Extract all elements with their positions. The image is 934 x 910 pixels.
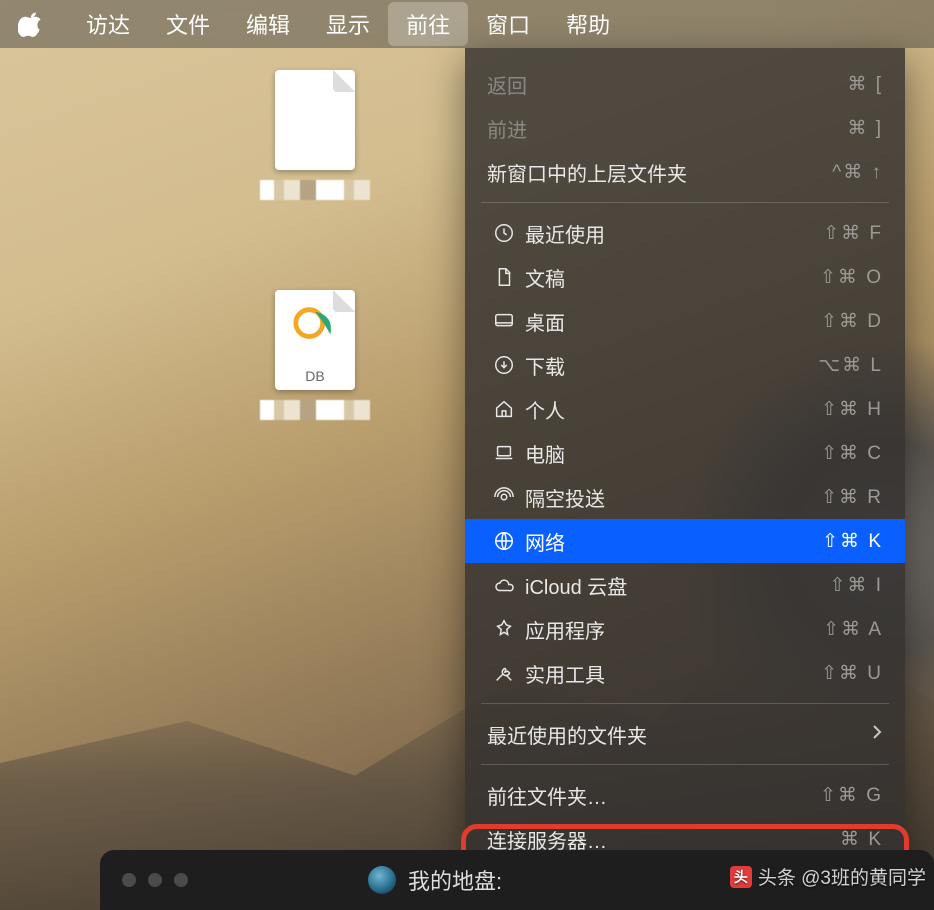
menu-shortcut: ^⌘ ↑ bbox=[832, 161, 883, 184]
menu-label: 返回 bbox=[487, 70, 847, 99]
menu-item-downloads[interactable]: 下载 ⌥⌘ L bbox=[465, 343, 905, 387]
watermark: 头 头条 @3班的黄同学 bbox=[730, 863, 926, 890]
menu-shortcut: ⌥⌘ L bbox=[818, 354, 883, 377]
document-icon bbox=[487, 266, 521, 288]
menu-item-back: 返回 ⌘ [ bbox=[465, 62, 905, 106]
menu-label: 桌面 bbox=[521, 307, 821, 336]
home-icon bbox=[487, 398, 521, 420]
menu-shortcut: ⇧⌘ F bbox=[823, 222, 883, 245]
menu-label: 应用程序 bbox=[521, 615, 823, 644]
menu-shortcut: ⌘ K bbox=[840, 828, 883, 851]
go-menu: 返回 ⌘ [ 前进 ⌘ ] 新窗口中的上层文件夹 ^⌘ ↑ 最近使用 ⇧⌘ F … bbox=[465, 48, 905, 879]
menu-item-home[interactable]: 个人 ⇧⌘ H bbox=[465, 387, 905, 431]
menu-divider bbox=[481, 202, 889, 203]
db-label: DB bbox=[275, 368, 355, 384]
desktop-file-2[interactable]: DB bbox=[260, 290, 370, 420]
menu-shortcut: ⌘ [ bbox=[847, 73, 883, 96]
menu-item-utilities[interactable]: 实用工具 ⇧⌘ U bbox=[465, 651, 905, 695]
menu-shortcut: ⇧⌘ A bbox=[823, 618, 883, 641]
file-label-redacted bbox=[260, 400, 370, 420]
watermark-text: 头条 @3班的黄同学 bbox=[758, 863, 926, 890]
menubar-item-view[interactable]: 显示 bbox=[308, 2, 388, 46]
window-title: 我的地盘: bbox=[408, 864, 502, 896]
desktop-icon bbox=[487, 310, 521, 332]
menu-label: 最近使用 bbox=[521, 219, 823, 248]
menu-label: 前进 bbox=[487, 114, 847, 143]
cloud-icon bbox=[487, 574, 521, 596]
menu-item-icloud[interactable]: iCloud 云盘 ⇧⌘ I bbox=[465, 563, 905, 607]
menu-item-forward: 前进 ⌘ ] bbox=[465, 106, 905, 150]
menu-label: 个人 bbox=[521, 395, 821, 424]
navicat-db-icon bbox=[275, 302, 355, 353]
chevron-right-icon bbox=[871, 723, 883, 746]
menu-label: 最近使用的文件夹 bbox=[487, 720, 871, 749]
menu-shortcut: ⇧⌘ G bbox=[820, 784, 883, 807]
airdrop-icon bbox=[487, 486, 521, 508]
menu-item-documents[interactable]: 文稿 ⇧⌘ O bbox=[465, 255, 905, 299]
menubar-item-go[interactable]: 前往 bbox=[388, 2, 468, 46]
desktop-file-1[interactable] bbox=[260, 70, 370, 200]
clock-icon bbox=[487, 222, 521, 244]
menu-shortcut: ⇧⌘ D bbox=[821, 310, 883, 333]
laptop-icon bbox=[487, 442, 521, 464]
menubar-item-finder[interactable]: 访达 bbox=[68, 2, 148, 46]
menu-label: 网络 bbox=[521, 527, 822, 556]
zoom-icon[interactable] bbox=[174, 873, 188, 887]
menu-item-recent-folders[interactable]: 最近使用的文件夹 bbox=[465, 712, 905, 756]
menu-shortcut: ⇧⌘ I bbox=[830, 574, 883, 597]
menu-shortcut: ⇧⌘ R bbox=[821, 486, 883, 509]
download-icon bbox=[487, 354, 521, 376]
menu-label: iCloud 云盘 bbox=[521, 571, 830, 600]
menu-shortcut: ⇧⌘ C bbox=[821, 442, 883, 465]
file-label-redacted bbox=[260, 180, 370, 200]
menu-item-airdrop[interactable]: 隔空投送 ⇧⌘ R bbox=[465, 475, 905, 519]
menu-shortcut: ⇧⌘ O bbox=[820, 266, 883, 289]
menu-shortcut: ⌘ ] bbox=[847, 117, 883, 140]
apple-logo-icon[interactable] bbox=[18, 11, 44, 37]
minimize-icon[interactable] bbox=[148, 873, 162, 887]
menu-item-desktop[interactable]: 桌面 ⇧⌘ D bbox=[465, 299, 905, 343]
globe-icon bbox=[487, 530, 521, 552]
menu-divider bbox=[481, 764, 889, 765]
menu-label: 文稿 bbox=[521, 263, 820, 292]
file-icon bbox=[275, 70, 355, 170]
traffic-lights[interactable] bbox=[122, 873, 188, 887]
menu-label: 前往文件夹… bbox=[487, 781, 820, 810]
menu-label: 下载 bbox=[521, 351, 818, 380]
menu-label: 电脑 bbox=[521, 439, 821, 468]
menubar-item-edit[interactable]: 编辑 bbox=[228, 2, 308, 46]
menu-item-goto-folder[interactable]: 前往文件夹… ⇧⌘ G bbox=[465, 773, 905, 817]
menubar-item-window[interactable]: 窗口 bbox=[468, 2, 548, 46]
menu-item-enclosing[interactable]: 新窗口中的上层文件夹 ^⌘ ↑ bbox=[465, 150, 905, 194]
close-icon[interactable] bbox=[122, 873, 136, 887]
menubar: 访达 文件 编辑 显示 前往 窗口 帮助 bbox=[0, 0, 934, 48]
menubar-item-file[interactable]: 文件 bbox=[148, 2, 228, 46]
menubar-item-help[interactable]: 帮助 bbox=[548, 2, 628, 46]
menu-shortcut: ⇧⌘ U bbox=[821, 662, 883, 685]
apps-icon bbox=[487, 618, 521, 640]
menu-item-computer[interactable]: 电脑 ⇧⌘ C bbox=[465, 431, 905, 475]
menu-shortcut: ⇧⌘ K bbox=[822, 530, 883, 553]
file-icon: DB bbox=[275, 290, 355, 390]
menu-item-network[interactable]: 网络 ⇧⌘ K bbox=[465, 519, 905, 563]
menu-divider bbox=[481, 703, 889, 704]
menu-shortcut: ⇧⌘ H bbox=[821, 398, 883, 421]
menu-label: 新窗口中的上层文件夹 bbox=[487, 158, 832, 187]
menu-label: 实用工具 bbox=[521, 659, 821, 688]
disk-icon bbox=[368, 866, 396, 894]
toutiao-logo-icon: 头 bbox=[730, 866, 752, 888]
menu-item-applications[interactable]: 应用程序 ⇧⌘ A bbox=[465, 607, 905, 651]
menu-label: 隔空投送 bbox=[521, 483, 821, 512]
menu-item-recent[interactable]: 最近使用 ⇧⌘ F bbox=[465, 211, 905, 255]
tools-icon bbox=[487, 662, 521, 684]
